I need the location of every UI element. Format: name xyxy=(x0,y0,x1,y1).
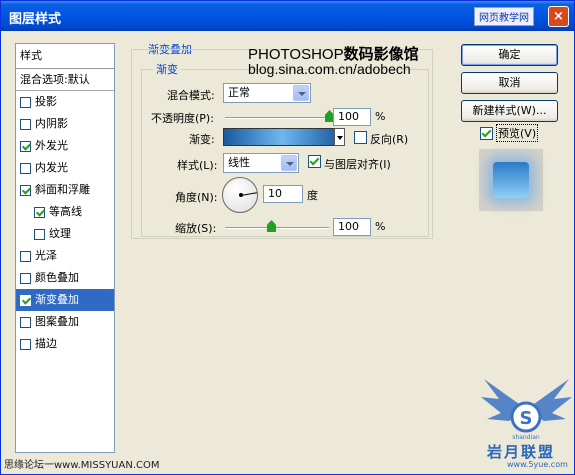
blend-options-item[interactable]: 混合选项:默认 xyxy=(16,69,114,91)
chevron-down-icon xyxy=(293,85,309,101)
style-item[interactable]: 光泽 xyxy=(16,245,114,267)
title-bar[interactable]: 图层样式 网页教学网 × xyxy=(1,1,574,31)
gradient-style-value: 线性 xyxy=(228,156,250,169)
layer-style-dialog: 图层样式 网页教学网 × 样式 混合选项:默认 投影内阴影外发光内发光斜面和浮雕… xyxy=(0,0,575,475)
cancel-button[interactable]: 取消 xyxy=(461,72,558,94)
style-item-checkbox[interactable] xyxy=(20,338,31,350)
opacity-slider[interactable] xyxy=(225,117,329,119)
style-item[interactable]: 渐变叠加 xyxy=(16,289,114,311)
logo-url: www.5yue.com xyxy=(507,460,568,469)
style-item-label: 内发光 xyxy=(35,161,68,174)
preview-checkbox[interactable] xyxy=(480,126,493,140)
style-item-label: 纹理 xyxy=(49,227,71,240)
footer-watermark: 思缘论坛一www.MISSYUAN.COM xyxy=(4,460,160,471)
style-item-label: 图案叠加 xyxy=(35,315,79,328)
align-with-layer-label: 与图层对齐(I) xyxy=(324,158,391,171)
opacity-label: 不透明度(P): xyxy=(151,112,214,125)
style-item-label: 内阴影 xyxy=(35,117,68,130)
gradient-label: 渐变: xyxy=(189,133,215,146)
style-item-checkbox[interactable] xyxy=(34,228,45,240)
style-item-label: 颜色叠加 xyxy=(35,271,79,284)
watermark-badge: 网页教学网 xyxy=(474,7,534,26)
style-item-checkbox[interactable] xyxy=(20,96,31,108)
styles-header[interactable]: 样式 xyxy=(16,44,114,69)
style-item[interactable]: 图案叠加 xyxy=(16,311,114,333)
style-item[interactable]: 外发光 xyxy=(16,135,114,157)
style-item-label: 光泽 xyxy=(35,249,57,262)
blend-mode-value: 正常 xyxy=(228,86,250,99)
angle-unit: 度 xyxy=(307,189,318,202)
blend-mode-label: 混合模式: xyxy=(167,89,215,102)
style-item-label: 等高线 xyxy=(49,205,82,218)
window-title: 图层样式 xyxy=(9,12,62,27)
preview-label: 预览(V) xyxy=(496,124,539,142)
angle-label: 角度(N): xyxy=(175,191,218,204)
styles-list: 样式 混合选项:默认 投影内阴影外发光内发光斜面和浮雕等高线纹理光泽颜色叠加渐变… xyxy=(15,43,115,453)
style-item-checkbox[interactable] xyxy=(34,206,45,218)
preview-toggle[interactable]: 预览(V) xyxy=(480,124,539,142)
style-item-checkbox[interactable] xyxy=(20,272,31,284)
style-item-label: 外发光 xyxy=(35,139,68,152)
new-style-button[interactable]: 新建样式(W)... xyxy=(461,100,558,122)
style-item-label: 描边 xyxy=(35,337,57,350)
style-item[interactable]: 描边 xyxy=(16,333,114,355)
style-item[interactable]: 斜面和浮雕 xyxy=(16,179,114,201)
style-item-checkbox[interactable] xyxy=(20,140,31,152)
angle-input[interactable]: 10 xyxy=(263,185,303,203)
logo-brand-name: 岩月联盟 xyxy=(487,443,556,461)
watermark-line2: blog.sina.com.cn/adobech xyxy=(248,61,411,77)
preview-swatch xyxy=(493,162,529,198)
opacity-input[interactable]: 100 xyxy=(333,108,371,126)
scale-unit: % xyxy=(375,220,386,233)
style-item-label: 斜面和浮雕 xyxy=(35,183,90,196)
style-item-checkbox[interactable] xyxy=(20,162,31,174)
ok-button[interactable]: 确定 xyxy=(461,44,558,66)
scale-label: 缩放(S): xyxy=(175,222,217,235)
opacity-unit: % xyxy=(375,110,386,123)
chevron-down-icon xyxy=(281,155,297,171)
style-label: 样式(L): xyxy=(177,159,218,172)
style-preview-thumbnail xyxy=(479,149,543,211)
close-button[interactable]: × xyxy=(548,6,569,27)
style-item[interactable]: 纹理 xyxy=(16,223,114,245)
style-item[interactable]: 等高线 xyxy=(16,201,114,223)
style-item-checkbox[interactable] xyxy=(20,250,31,262)
style-item-checkbox[interactable] xyxy=(20,184,31,196)
svg-text:S: S xyxy=(520,408,533,429)
style-item-checkbox[interactable] xyxy=(20,294,31,306)
style-item-label: 渐变叠加 xyxy=(35,293,79,306)
gradient-swatch[interactable] xyxy=(223,128,341,146)
reverse-checkbox[interactable] xyxy=(354,131,367,144)
reverse-label: 反向(R) xyxy=(370,133,409,146)
style-item[interactable]: 内发光 xyxy=(16,157,114,179)
style-item-checkbox[interactable] xyxy=(20,118,31,130)
style-item[interactable]: 颜色叠加 xyxy=(16,267,114,289)
gradient-style-select[interactable]: 线性 xyxy=(223,153,299,173)
dial-needle xyxy=(241,192,257,196)
style-item[interactable]: 投影 xyxy=(16,91,114,113)
align-with-layer-checkbox[interactable] xyxy=(308,155,321,168)
subgroup-title: 渐变 xyxy=(153,61,181,77)
style-item-label: 投影 xyxy=(35,95,57,108)
gradient-picker-arrow-icon[interactable] xyxy=(334,128,345,146)
svg-text:shandian: shandian xyxy=(512,434,540,441)
scale-slider[interactable] xyxy=(225,227,329,229)
angle-dial[interactable] xyxy=(222,177,258,213)
scale-input[interactable]: 100 xyxy=(333,218,371,236)
blend-mode-select[interactable]: 正常 xyxy=(223,83,311,103)
style-item-checkbox[interactable] xyxy=(20,316,31,328)
style-item[interactable]: 内阴影 xyxy=(16,113,114,135)
